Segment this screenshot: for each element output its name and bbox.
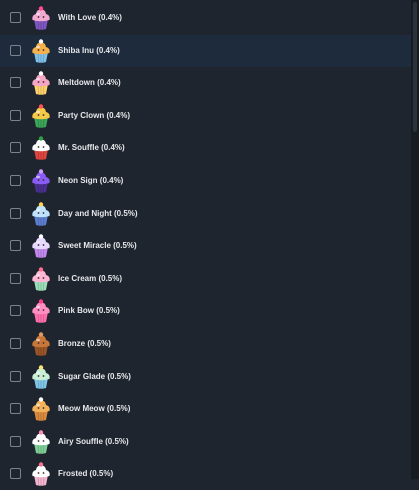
item-label: Bronze (0.5%) [58, 339, 111, 348]
item-checkbox[interactable] [10, 272, 21, 284]
list-item[interactable]: Bronze (0.5%) [0, 328, 411, 360]
item-label: Party Clown (0.4%) [58, 110, 131, 120]
item-checkbox[interactable] [10, 435, 21, 447]
item-checkbox[interactable] [10, 338, 21, 349]
item-checkbox[interactable] [10, 175, 21, 186]
list-item[interactable]: Sweet Miracle (0.5%) [0, 230, 411, 262]
cupcake-ice-cream-icon [32, 267, 50, 291]
list-item[interactable]: Meltdown (0.4%) [0, 67, 411, 99]
item-checkbox[interactable] [10, 403, 21, 415]
cupcake-sugar-glade-icon [32, 364, 50, 389]
list-item[interactable]: Frosted (0.5%) [0, 458, 411, 490]
scrollbar-track[interactable] [411, 0, 419, 479]
item-checkbox[interactable] [10, 240, 21, 252]
cupcake-sweet-miracle-icon [32, 234, 50, 258]
item-checkbox[interactable] [10, 207, 21, 219]
item-label: Meltdown (0.4%) [58, 78, 121, 88]
cupcake-day-and-night-icon [32, 201, 50, 226]
item-checkbox[interactable] [10, 305, 21, 317]
item-label: Meow Meow (0.5%) [58, 404, 131, 414]
cupcake-shiba-inu-icon [32, 38, 50, 63]
item-checkbox[interactable] [10, 109, 21, 121]
item-label: Airy Souffle (0.5%) [58, 436, 129, 446]
cupcake-pink-bow-icon [32, 299, 50, 324]
item-label: Mr. Souffle (0.4%) [58, 143, 125, 153]
cupcake-bronze-icon [32, 332, 50, 356]
list-item[interactable]: Day and Night (0.5%) [0, 198, 411, 230]
item-checkbox[interactable] [10, 44, 21, 56]
cupcake-mr-souffle-icon [32, 136, 50, 161]
cupcake-meow-meow-icon [32, 397, 50, 421]
scrollbar-thumb[interactable] [413, 2, 417, 132]
item-label: Sugar Glade (0.5%) [58, 371, 131, 381]
item-label: Pink Bow (0.5%) [58, 306, 120, 316]
cupcake-filter-list: With Love (0.4%) Shiba Inu (0.4%) Meltdown… [0, 0, 411, 487]
list-item[interactable]: Mr. Souffle (0.4%) [0, 132, 411, 164]
item-checkbox[interactable] [10, 142, 21, 154]
list-item[interactable]: Sugar Glade (0.5%) [0, 361, 411, 393]
cupcake-party-clown-icon [32, 104, 50, 128]
item-label: Day and Night (0.5%) [58, 208, 138, 218]
list-item[interactable]: Shiba Inu (0.4%) [0, 34, 411, 67]
list-item[interactable]: Pink Bow (0.5%) [0, 295, 411, 327]
item-label: With Love (0.4%) [58, 13, 122, 22]
list-item[interactable]: Party Clown (0.4%) [0, 100, 411, 132]
item-checkbox[interactable] [10, 468, 21, 480]
item-label: Ice Cream (0.5%) [58, 273, 123, 283]
cupcake-with-love-icon [32, 6, 50, 30]
list-item[interactable]: Neon Sign (0.4%) [0, 165, 411, 197]
item-label: Sweet Miracle (0.5%) [58, 241, 137, 251]
item-label: Shiba Inu (0.4%) [58, 45, 120, 55]
item-label: Neon Sign (0.4%) [58, 176, 124, 185]
item-label: Frosted (0.5%) [58, 469, 114, 479]
list-item[interactable]: With Love (0.4%) [0, 2, 411, 34]
list-item[interactable]: Airy Souffle (0.5%) [0, 426, 411, 458]
cupcake-meltdown-icon [32, 71, 50, 95]
item-checkbox[interactable] [10, 12, 21, 23]
item-checkbox[interactable] [10, 77, 21, 89]
cupcake-neon-sign-icon [32, 169, 50, 193]
list-item[interactable]: Ice Cream (0.5%) [0, 263, 411, 295]
item-checkbox[interactable] [10, 370, 21, 382]
cupcake-airy-souffle-icon [32, 430, 50, 454]
cupcake-frosted-icon [32, 462, 50, 487]
list-item[interactable]: Meow Meow (0.5%) [0, 393, 411, 425]
